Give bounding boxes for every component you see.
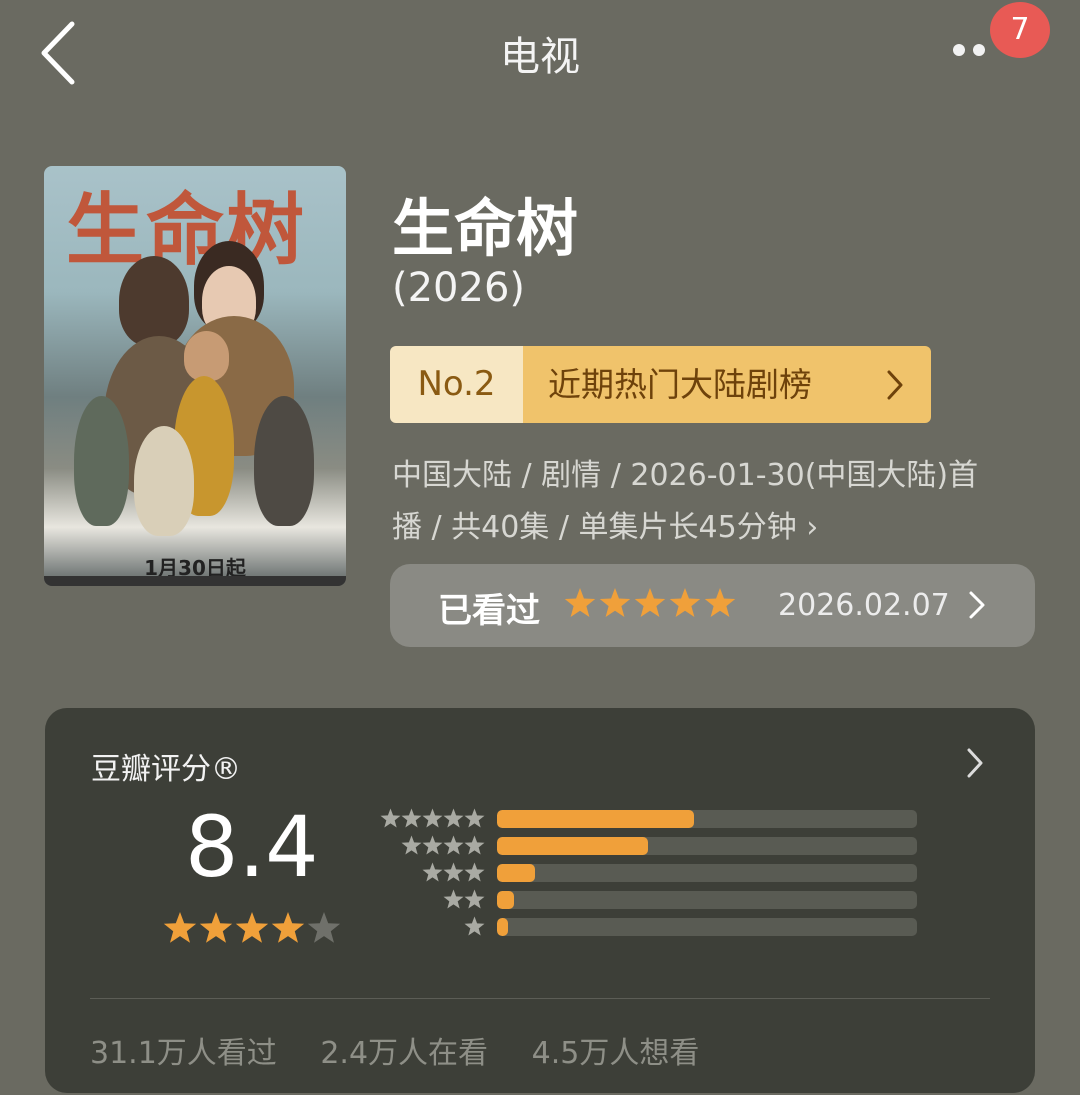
notification-badge: 7 — [990, 2, 1050, 58]
star-icon — [163, 912, 197, 943]
watching-count: 2.4万人在看 — [320, 1036, 489, 1071]
star-icon — [704, 588, 736, 617]
star-icon — [669, 588, 701, 617]
rating-bar-track — [497, 918, 917, 936]
star-icon — [271, 912, 305, 943]
watched-status-button[interactable]: 已看过 2026.02.07 — [390, 564, 1035, 647]
star-icon — [422, 862, 443, 882]
rating-bar-track — [497, 891, 917, 909]
watched-date: 2026.02.07 — [778, 588, 950, 623]
star-icon — [443, 889, 464, 909]
star-icon — [464, 889, 485, 909]
star-icon — [443, 862, 464, 882]
audience-stats: 31.1万人看过 2.4万人在看 4.5万人想看 — [90, 1028, 733, 1072]
star-icon — [464, 916, 485, 936]
star-icon — [199, 912, 233, 943]
row-stars-icon — [380, 808, 485, 828]
star-icon — [464, 808, 485, 828]
star-icon — [307, 912, 341, 943]
star-icon — [401, 808, 422, 828]
watched-count: 31.1万人看过 — [90, 1036, 277, 1071]
star-icon — [464, 862, 485, 882]
rating-bar-fill — [497, 837, 649, 855]
star-icon — [401, 835, 422, 855]
star-icon — [443, 835, 464, 855]
rating-bar-fill — [497, 891, 514, 909]
chevron-right-icon[interactable] — [965, 746, 985, 780]
row-stars-icon — [422, 862, 485, 882]
meta-arrow-icon: › — [806, 510, 819, 545]
show-year: (2026) — [392, 265, 526, 311]
chevron-right-icon — [887, 370, 903, 400]
poster-image[interactable]: 生命树 1月30日起 — [44, 166, 346, 586]
meta-line-2: 播 / 共40集 / 单集片长45分钟 — [392, 510, 797, 545]
row-stars-icon — [443, 889, 485, 909]
douban-score: 8.4 — [185, 798, 319, 896]
star-icon — [422, 808, 443, 828]
show-meta[interactable]: 中国大陆 / 剧情 / 2026-01-30(中国大陆)首 播 / 共40集 /… — [392, 450, 1042, 554]
chevron-right-icon — [969, 591, 985, 619]
rank-number: No.2 — [390, 346, 523, 423]
rating-bar-track — [497, 810, 917, 828]
rating-bar-track — [497, 837, 917, 855]
rank-label: 近期热门大陆剧榜 — [523, 346, 931, 423]
ranking-badge[interactable]: No.2 近期热门大陆剧榜 — [390, 346, 931, 423]
want-count: 4.5万人想看 — [531, 1036, 700, 1071]
page-title: 电视 — [500, 34, 580, 80]
poster-title: 生命树 — [66, 185, 307, 276]
rating-bar-fill — [497, 918, 508, 936]
douban-score-stars — [163, 912, 341, 943]
top-bar: 电视 7 — [0, 0, 1080, 110]
star-icon — [464, 835, 485, 855]
douban-rating-title: 豆瓣评分® — [91, 752, 241, 787]
rating-bar-fill — [497, 864, 535, 882]
user-rating-stars — [564, 588, 736, 617]
douban-rating-card[interactable]: 豆瓣评分® 8.4 31.1万人看过 2.4万人在看 4.5万人想看 — [45, 708, 1035, 1093]
star-icon — [380, 808, 401, 828]
star-icon — [422, 835, 443, 855]
divider — [90, 998, 990, 999]
row-stars-icon — [464, 916, 485, 936]
row-stars-icon — [401, 835, 485, 855]
star-icon — [564, 588, 596, 617]
star-icon — [235, 912, 269, 943]
show-title: 生命树 — [392, 192, 579, 265]
rating-bar-fill — [497, 810, 695, 828]
star-icon — [634, 588, 666, 617]
star-icon — [599, 588, 631, 617]
rating-bar-track — [497, 864, 917, 882]
watched-label: 已看过 — [438, 591, 540, 631]
meta-line-1: 中国大陆 / 剧情 / 2026-01-30(中国大陆)首 — [392, 458, 979, 493]
star-icon — [443, 808, 464, 828]
